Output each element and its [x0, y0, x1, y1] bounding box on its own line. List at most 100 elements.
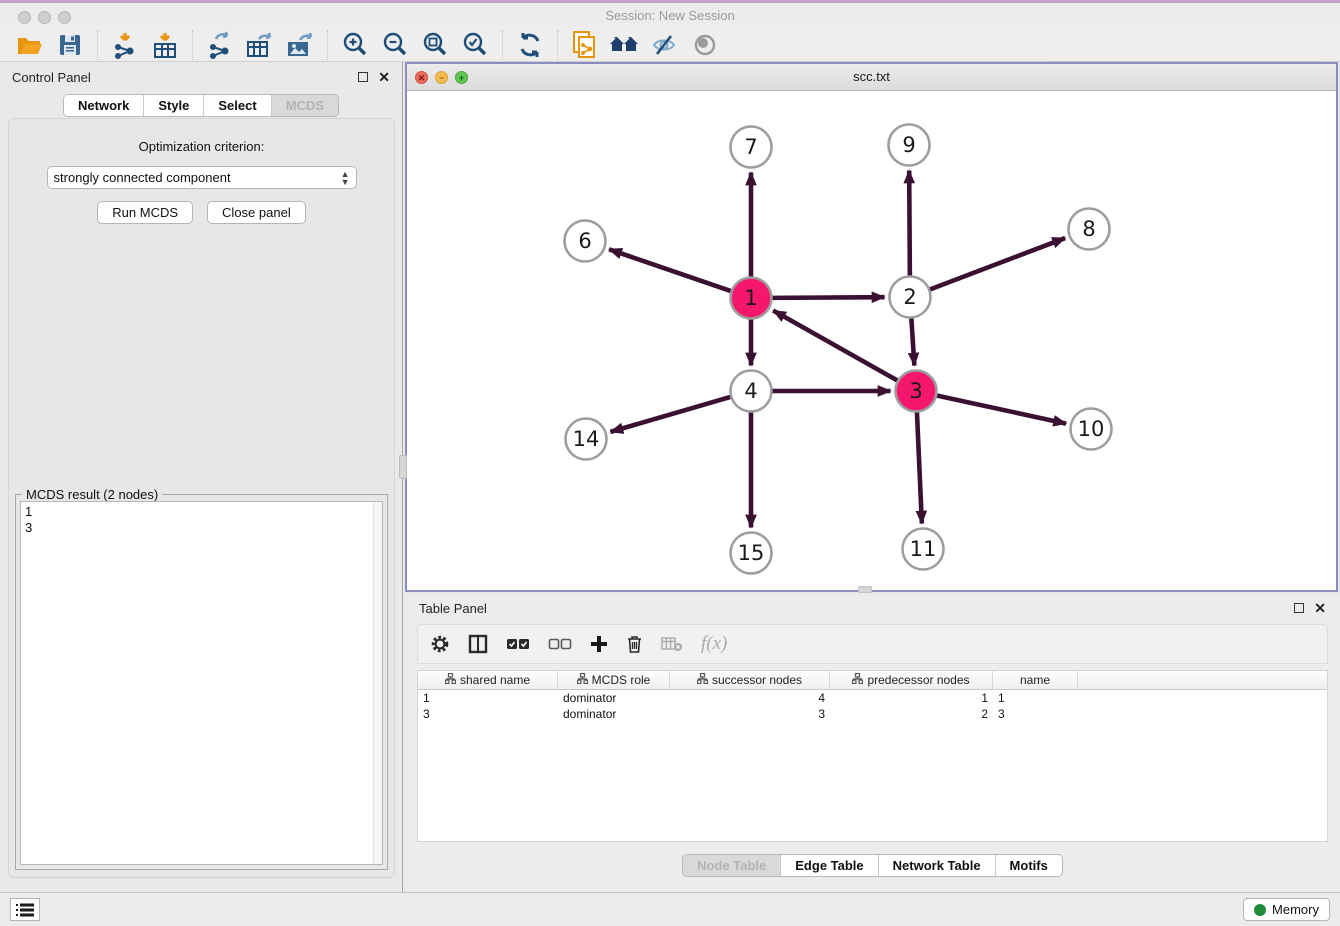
graph-node-label-8: 8: [1082, 217, 1095, 241]
column-label: successor nodes: [712, 673, 802, 687]
float-panel-icon[interactable]: [358, 72, 368, 82]
table-cell[interactable]: 2: [830, 706, 993, 722]
hide-graphics-details-icon[interactable]: [648, 30, 682, 60]
import-table-icon[interactable]: [148, 30, 182, 60]
column-label: name: [1020, 673, 1050, 687]
network-canvas[interactable]: 7968124314101511: [407, 91, 1336, 590]
graph-edge-3-10[interactable]: [936, 395, 1066, 423]
unselect-all-columns-icon[interactable]: [548, 637, 572, 651]
open-session-icon[interactable]: [13, 30, 47, 60]
column-header-MCDS-role[interactable]: MCDS role: [558, 671, 670, 689]
graph-edge-2-3[interactable]: [911, 317, 914, 365]
export-network-icon[interactable]: [203, 30, 237, 60]
close-window-icon[interactable]: [18, 11, 31, 24]
home-view-icon[interactable]: [608, 30, 642, 60]
table-cell[interactable]: 1: [418, 690, 558, 706]
table-cell[interactable]: 4: [670, 690, 830, 706]
network-window-titlebar[interactable]: ✕ − + scc.txt: [407, 64, 1336, 91]
table-cell[interactable]: dominator: [558, 706, 670, 722]
table-panel-header: Table Panel ✕: [405, 594, 1340, 622]
graph-node-label-7: 7: [744, 135, 757, 159]
tab-edge-table[interactable]: Edge Table: [781, 855, 878, 876]
list-icon: [16, 903, 34, 917]
node-table[interactable]: shared nameMCDS role successor nodes prede…: [417, 670, 1328, 842]
session-title: Session: New Session: [0, 3, 1340, 28]
network-window-title: scc.txt: [407, 64, 1336, 90]
network-view-window: ✕ − + scc.txt 7968124314101511: [405, 62, 1338, 592]
column-tree-icon: [577, 673, 588, 687]
graph-edge-2-9[interactable]: [909, 170, 910, 276]
control-panel: Control Panel ✕ NetworkStyleSelectMCDS O…: [0, 62, 403, 892]
export-table-icon[interactable]: [243, 30, 277, 60]
table-cell[interactable]: 3: [993, 706, 1078, 722]
zoom-fit-icon[interactable]: [418, 30, 452, 60]
tab-network[interactable]: Network: [64, 95, 144, 116]
graph-node-label-14: 14: [573, 427, 600, 451]
column-header-shared-name[interactable]: shared name: [418, 671, 558, 689]
table-cell[interactable]: 1: [993, 690, 1078, 706]
graph-edge-3-1[interactable]: [773, 311, 898, 381]
optimization-criterion-label: Optimization criterion:: [9, 139, 394, 154]
mcds-result-text[interactable]: 1 3: [20, 501, 383, 865]
graph-edge-1-2[interactable]: [771, 297, 884, 298]
table-cell[interactable]: 3: [418, 706, 558, 722]
export-image-icon[interactable]: [283, 30, 317, 60]
column-header-successor-nodes[interactable]: successor nodes: [670, 671, 830, 689]
import-network-icon[interactable]: [108, 30, 142, 60]
maximize-window-icon[interactable]: [58, 11, 71, 24]
float-table-panel-icon[interactable]: [1294, 603, 1304, 613]
show-graphics-details-icon[interactable]: [688, 30, 722, 60]
result-scrollbar[interactable]: [373, 502, 382, 864]
graph-edge-3-11[interactable]: [917, 411, 922, 523]
network-close-icon[interactable]: ✕: [415, 71, 428, 84]
tab-mcds[interactable]: MCDS: [272, 95, 338, 116]
table-cell[interactable]: 1: [830, 690, 993, 706]
tab-style[interactable]: Style: [144, 95, 204, 116]
memory-button[interactable]: Memory: [1243, 898, 1330, 921]
toolbar-separator: [502, 30, 503, 60]
close-panel-icon[interactable]: ✕: [378, 72, 390, 82]
graph-edge-2-8[interactable]: [929, 238, 1065, 290]
mcds-panel: Optimization criterion: strongly connect…: [8, 118, 395, 878]
minimize-window-icon[interactable]: [38, 11, 51, 24]
table-panel-title: Table Panel: [419, 601, 487, 616]
save-session-icon[interactable]: [53, 30, 87, 60]
zoom-selected-icon[interactable]: [458, 30, 492, 60]
table-cell[interactable]: 3: [670, 706, 830, 722]
tab-network-table[interactable]: Network Table: [879, 855, 996, 876]
zoom-in-icon[interactable]: [338, 30, 372, 60]
table-options-gear-icon[interactable]: [430, 634, 450, 654]
zoom-out-icon[interactable]: [378, 30, 412, 60]
delete-table-icon-disabled: [661, 636, 683, 652]
window-controls[interactable]: [18, 11, 78, 29]
table-row[interactable]: 1dominator411: [418, 690, 1327, 706]
memory-status-icon: [1254, 904, 1266, 916]
graph-edge-4-14[interactable]: [610, 397, 731, 432]
table-cell[interactable]: dominator: [558, 690, 670, 706]
network-maximize-icon[interactable]: +: [455, 71, 468, 84]
column-header-predecessor-nodes[interactable]: predecessor nodes: [830, 671, 993, 689]
vertical-splitter-handle[interactable]: [399, 455, 407, 479]
graph-node-label-2: 2: [903, 285, 916, 309]
show-columns-icon[interactable]: [468, 634, 488, 654]
horizontal-splitter-handle[interactable]: [858, 586, 872, 593]
optimization-criterion-select[interactable]: strongly connected component ▲▼: [47, 166, 357, 189]
new-network-from-selection-icon[interactable]: [568, 30, 602, 60]
close-panel-button[interactable]: Close panel: [207, 201, 306, 224]
graph-edge-1-6[interactable]: [609, 249, 731, 291]
tab-motifs[interactable]: Motifs: [996, 855, 1062, 876]
network-minimize-icon[interactable]: −: [435, 71, 448, 84]
close-table-panel-icon[interactable]: ✕: [1314, 603, 1326, 613]
tab-select[interactable]: Select: [204, 95, 271, 116]
task-history-button[interactable]: [10, 898, 40, 921]
run-mcds-button[interactable]: Run MCDS: [97, 201, 193, 224]
refresh-network-icon[interactable]: [513, 30, 547, 60]
mcds-result-lines: 1 3: [25, 504, 32, 535]
mcds-result-title: MCDS result (2 nodes): [22, 487, 162, 502]
create-column-icon[interactable]: [590, 635, 608, 653]
select-all-columns-icon[interactable]: [506, 637, 530, 651]
tab-node-table[interactable]: Node Table: [683, 855, 781, 876]
column-header-name[interactable]: name: [993, 671, 1078, 689]
delete-columns-icon[interactable]: [626, 634, 643, 654]
table-row[interactable]: 3dominator323: [418, 706, 1327, 722]
